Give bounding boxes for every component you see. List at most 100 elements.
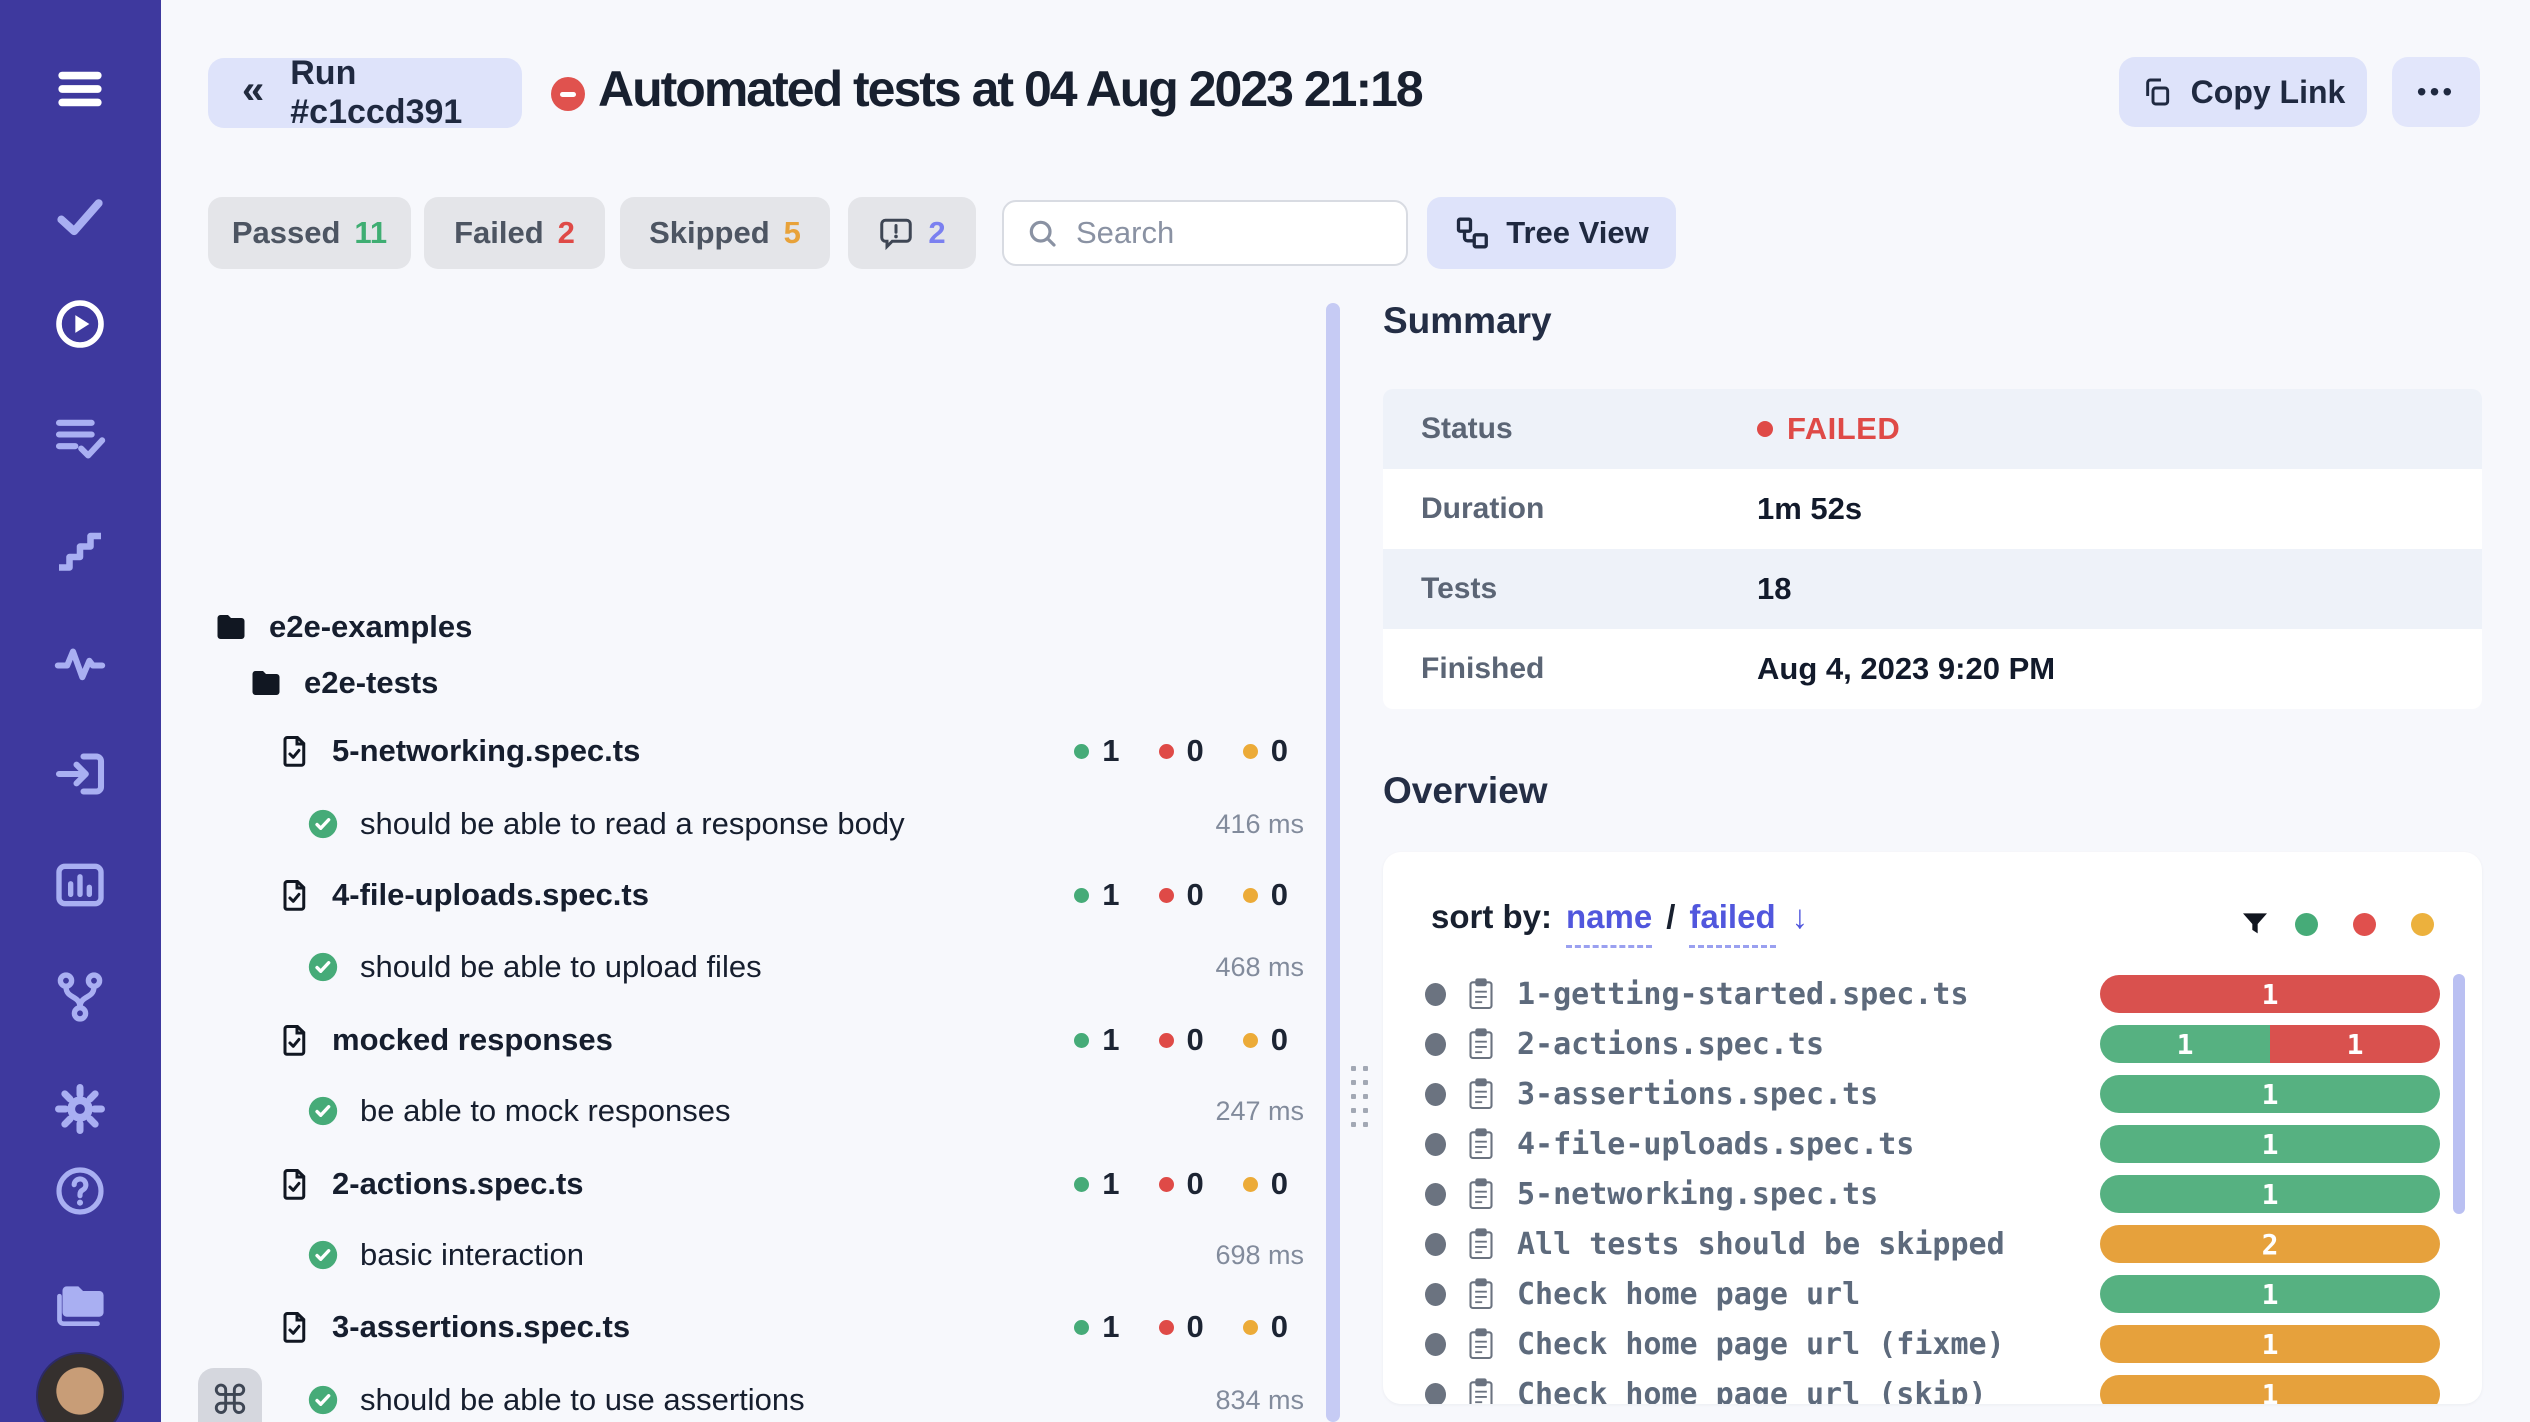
overview-row[interactable]: 4-file-uploads.spec.ts 1 [1383, 1119, 2482, 1169]
tree-row-folder[interactable]: e2e-tests [161, 647, 1370, 719]
filter-skipped[interactable]: Skipped 5 [620, 197, 830, 269]
spec-label: mocked responses [332, 1022, 613, 1058]
playlist-check-icon[interactable] [51, 409, 109, 467]
search-input[interactable] [1076, 215, 1376, 251]
overview-row[interactable]: All tests should be skipped 2 [1383, 1219, 2482, 1269]
overview-row[interactable]: 2-actions.spec.ts 11 [1383, 1019, 2482, 1069]
overview-spec-name: 1-getting-started.spec.ts [1517, 977, 1969, 1012]
play-circle-icon[interactable] [51, 295, 109, 353]
run-id-label: Run #c1ccd391 [290, 54, 522, 132]
passed-label: Passed [232, 215, 341, 251]
spec-file-icon [276, 1309, 312, 1345]
overview-row[interactable]: Check home page url 1 [1383, 1269, 2482, 1319]
tree-row-test[interactable]: should be able to read a response body 4… [161, 788, 1370, 860]
spec-file-icon [276, 877, 312, 913]
sign-in-icon[interactable] [51, 745, 109, 803]
overview-row[interactable]: Check home page url (skip) 1 [1383, 1369, 2482, 1404]
legend-passed-dot[interactable] [2295, 913, 2318, 936]
spec-status-circle [1425, 1333, 1446, 1356]
overview-scrollbar[interactable] [2453, 974, 2465, 1214]
bar-chart-icon[interactable] [51, 856, 109, 914]
filter-failed[interactable]: Failed 2 [424, 197, 605, 269]
test-label: should be able to upload files [360, 949, 762, 985]
clipboard-icon [1467, 1077, 1495, 1111]
filter-funnel-icon[interactable] [2239, 908, 2271, 940]
spec-status-circle [1425, 1233, 1446, 1256]
sort-by-label: sort by: [1431, 898, 1552, 936]
test-passed-icon [306, 807, 340, 841]
back-to-run-button[interactable]: « Run #c1ccd391 [208, 58, 522, 128]
sort-by-name-link[interactable]: name [1566, 898, 1652, 948]
overview-row[interactable]: 5-networking.spec.ts 1 [1383, 1169, 2482, 1219]
result-bar: 1 [2100, 1075, 2440, 1113]
spec-counts: 1 0 0 [1074, 733, 1288, 769]
folder-icon [248, 665, 284, 701]
status-badge: FAILED [1787, 411, 1900, 447]
result-bar: 1 [2100, 1375, 2440, 1404]
back-chevrons-icon: « [242, 70, 264, 110]
spec-label: 5-networking.spec.ts [332, 733, 640, 769]
failed-dot-icon [1757, 421, 1773, 437]
result-bar: 1 [2100, 1275, 2440, 1313]
sort-direction-arrow[interactable]: ↓ [1792, 898, 1809, 936]
settings-gear-icon[interactable] [51, 1080, 109, 1138]
tree-row-test[interactable]: basic interaction 698 ms [161, 1219, 1370, 1291]
tree-view-button[interactable]: Tree View [1427, 197, 1676, 269]
sort-controls: sort by: name / failed ↓ [1431, 898, 1808, 958]
tree-row-test[interactable]: be able to mock responses 247 ms [161, 1075, 1370, 1147]
passed-dot-icon [1074, 1320, 1089, 1335]
spec-label: 3-assertions.spec.ts [332, 1309, 630, 1345]
overview-row[interactable]: Check home page url (fixme) 1 [1383, 1319, 2482, 1369]
tree-view-label: Tree View [1506, 215, 1648, 251]
failed-count: 2 [558, 215, 575, 251]
help-circle-icon[interactable] [51, 1162, 109, 1220]
summary-value: 1m 52s [1757, 491, 1862, 527]
test-duration: 698 ms [1215, 1240, 1304, 1271]
test-passed-icon [306, 950, 340, 984]
tree-row-spec[interactable]: 4-file-uploads.spec.ts 1 0 0 [161, 859, 1370, 931]
overview-row[interactable]: 3-assertions.spec.ts 1 [1383, 1069, 2482, 1119]
user-avatar[interactable] [36, 1352, 124, 1422]
tree-scrollbar[interactable] [1326, 303, 1340, 1422]
overview-spec-name: 5-networking.spec.ts [1517, 1177, 1878, 1212]
test-passed-icon [306, 1238, 340, 1272]
git-branch-icon[interactable] [51, 968, 109, 1026]
clipboard-icon [1467, 1327, 1495, 1361]
sort-by-failed-link[interactable]: failed [1689, 898, 1775, 948]
test-passed-icon [306, 1094, 340, 1128]
clipboard-icon [1467, 1177, 1495, 1211]
spec-label: 4-file-uploads.spec.ts [332, 877, 649, 913]
passed-dot-icon [1074, 888, 1089, 903]
projects-folder-icon[interactable] [51, 1273, 109, 1331]
message-alert-icon [878, 215, 914, 251]
tree-row-test[interactable]: should be able to upload files 468 ms [161, 931, 1370, 1003]
menu-icon[interactable] [50, 60, 110, 118]
failed-dot-icon [1159, 1320, 1174, 1335]
tree-row-spec[interactable]: mocked responses 1 0 0 [161, 1004, 1370, 1076]
test-label: basic interaction [360, 1237, 584, 1273]
activity-pulse-icon[interactable] [51, 633, 109, 691]
check-icon[interactable] [51, 187, 109, 245]
command-shortcut-button[interactable]: ⌘ [198, 1368, 262, 1422]
legend-failed-dot[interactable] [2353, 913, 2376, 936]
overview-row[interactable]: 1-getting-started.spec.ts 1 [1383, 969, 2482, 1019]
overview-spec-name: Check home page url (fixme) [1517, 1327, 2005, 1362]
spec-file-icon [276, 1022, 312, 1058]
legend-skipped-dot[interactable] [2411, 913, 2434, 936]
filter-comments[interactable]: 2 [848, 197, 976, 269]
tree-row-spec[interactable]: 2-actions.spec.ts 1 0 0 [161, 1148, 1370, 1220]
tree-row-test[interactable]: should be able to use assertions 834 ms [161, 1364, 1370, 1422]
tree-row-spec[interactable]: 3-assertions.spec.ts 1 0 0 [161, 1291, 1370, 1363]
steps-icon[interactable] [51, 521, 109, 579]
summary-value: Aug 4, 2023 9:20 PM [1757, 651, 2055, 687]
skipped-dot-icon [1243, 744, 1258, 759]
tree-row-spec[interactable]: 5-networking.spec.ts 1 0 0 [161, 715, 1370, 787]
panel-resize-handle[interactable] [1351, 1066, 1368, 1128]
spec-counts: 1 0 0 [1074, 1022, 1288, 1058]
result-bar: 1 [2100, 1175, 2440, 1213]
copy-link-button[interactable]: Copy Link [2119, 57, 2367, 127]
more-actions-button[interactable]: ••• [2392, 57, 2480, 127]
filter-passed[interactable]: Passed 11 [208, 197, 411, 269]
test-label: be able to mock responses [360, 1093, 731, 1129]
search-icon [1026, 217, 1058, 249]
